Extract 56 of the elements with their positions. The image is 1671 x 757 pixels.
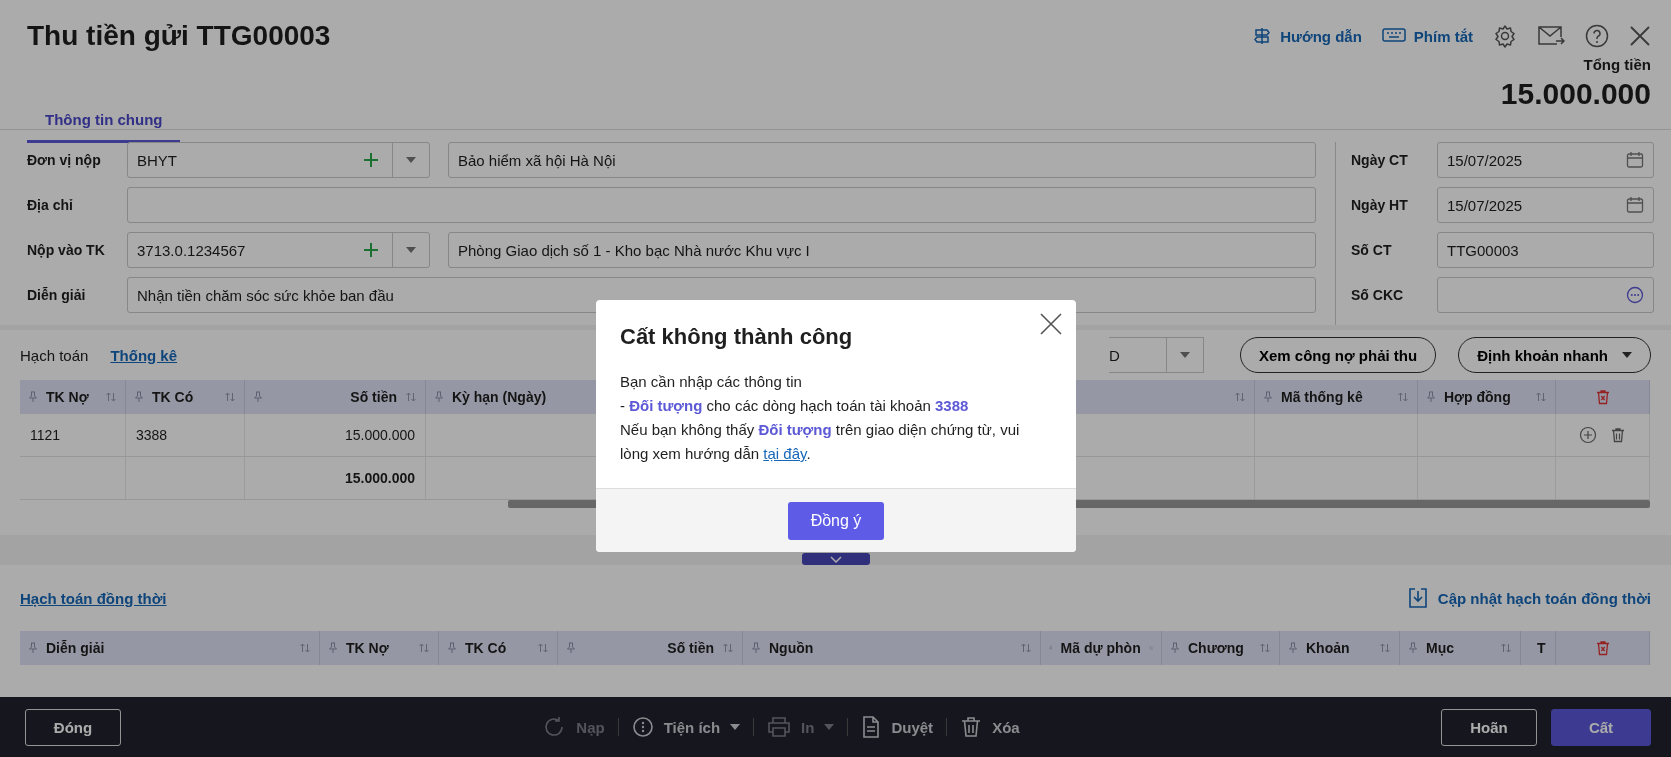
name-field[interactable]: Phòng Giao dịch số 1 - Kho bạc Nhà nước Khu vực I: [448, 232, 1316, 268]
toolbar-link[interactable]: Hướng dẫn: [1252, 26, 1362, 46]
table-cell: 3388: [126, 414, 245, 456]
total-label: Tổng tiền: [1583, 56, 1651, 73]
tab[interactable]: Hạch toán: [20, 346, 89, 364]
column-header[interactable]: Nguồn: [743, 631, 1041, 665]
action-button[interactable]: Định khoản nhanh: [1458, 337, 1651, 373]
column-header[interactable]: TK Nợ: [20, 380, 126, 414]
text-field[interactable]: 15/07/2025: [1437, 187, 1654, 223]
section-link[interactable]: Hạch toán đồng thời: [20, 589, 167, 607]
help-link[interactable]: tại đây: [763, 445, 807, 462]
column-header[interactable]: TK Có: [126, 380, 245, 414]
field-label: Số CT: [1351, 242, 1393, 258]
column-header[interactable]: Diễn giải: [20, 631, 320, 665]
text-field[interactable]: TTG00003: [1437, 232, 1654, 268]
toolbar-button[interactable]: Tiện ích: [631, 716, 741, 738]
toolbar-button[interactable]: Duyệt: [861, 716, 934, 738]
update-link[interactable]: Cập nhật hạch toán đồng thời: [1407, 587, 1651, 609]
column-header[interactable]: TK Có: [439, 631, 558, 665]
total-amount: 15.000.000: [1500, 77, 1651, 111]
column-header[interactable]: Mã dự phòn: [1041, 631, 1162, 665]
field-label: Diễn giải: [27, 287, 87, 303]
message-line: Nếu bạn không thấy Đối tượng trên giao diện chứng từ, vui lòng xem hướng dẫn tại đây.: [620, 420, 1021, 464]
column-header[interactable]: Mục: [1400, 631, 1521, 665]
field-label: Số CKC: [1351, 287, 1405, 303]
name-field[interactable]: Bảo hiểm xã hội Hà Nội: [448, 142, 1316, 178]
window-title: Thu tiền gửi TTG00003: [27, 20, 331, 52]
column-header[interactable]: Khoản: [1280, 631, 1400, 665]
column-header[interactable]: TK Nợ: [320, 631, 439, 665]
column-header[interactable]: Chương: [1162, 631, 1280, 665]
field-label: Đơn vị nộp: [27, 152, 102, 168]
ok-button[interactable]: Đồng ý: [788, 501, 884, 540]
close-button[interactable]: Đóng: [25, 708, 121, 746]
dialog-title: Cất không thành công: [620, 324, 854, 350]
toolbar-button[interactable]: Xóa: [960, 716, 1020, 738]
lookup-field[interactable]: 3713.0.1234567: [127, 232, 430, 268]
column-header[interactable]: Hợp đồng: [1418, 380, 1556, 414]
field-label: Địa chỉ: [27, 197, 74, 213]
column-header[interactable]: Mã thống kê: [1255, 380, 1418, 414]
column-header[interactable]: Số tiền: [558, 631, 743, 665]
text-field[interactable]: 15/07/2025: [1437, 142, 1654, 178]
table-cell: 15.000.000: [245, 414, 426, 456]
field-label: Ngày CT: [1351, 152, 1409, 168]
defer-button[interactable]: Hoãn: [1441, 708, 1537, 746]
field-label: Nộp vào TK: [27, 242, 106, 258]
field-label: Ngày HT: [1351, 197, 1409, 213]
table-cell: 1121: [20, 414, 126, 456]
action-button[interactable]: Xem công nợ phải thu: [1240, 337, 1437, 373]
tab[interactable]: Thống kê: [110, 346, 178, 364]
column-header[interactable]: Số tiền: [245, 380, 426, 414]
lookup-field[interactable]: BHYT: [127, 142, 430, 178]
save-button[interactable]: Cất: [1551, 708, 1651, 746]
total-cell: 15.000.000: [245, 457, 426, 499]
column-header[interactable]: T: [1521, 631, 1556, 665]
currency-combo[interactable]: D: [1109, 337, 1204, 373]
toolbar-link[interactable]: Phím tắt: [1381, 27, 1473, 45]
